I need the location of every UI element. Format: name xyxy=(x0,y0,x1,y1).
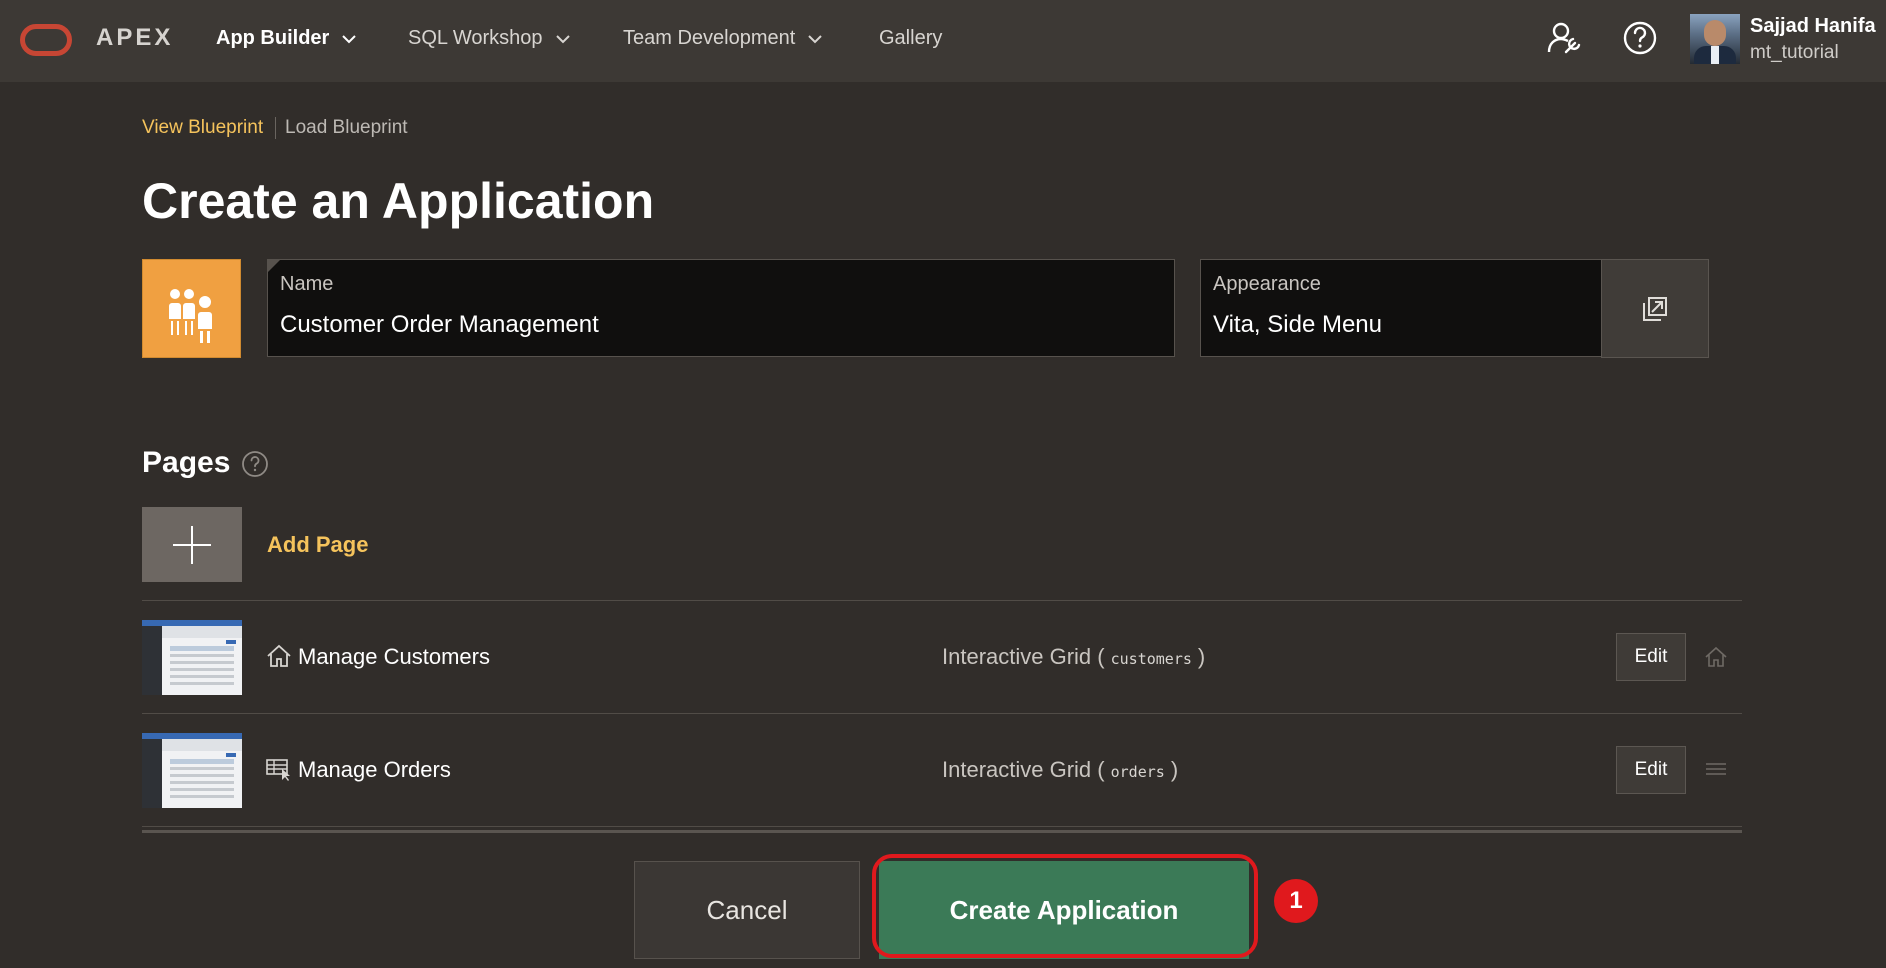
name-field-value[interactable]: Customer Order Management xyxy=(280,311,599,339)
user-workspace[interactable]: mt_tutorial xyxy=(1750,42,1839,64)
people-group-icon xyxy=(167,287,214,345)
nav-app-builder-label: App Builder xyxy=(216,27,330,49)
page-title: Create an Application xyxy=(142,173,655,229)
nav-sql-workshop[interactable]: SQL Workshop xyxy=(408,27,571,50)
name-field[interactable]: Name Customer Order Management xyxy=(267,259,1175,357)
appearance-field-value[interactable]: Vita, Side Menu xyxy=(1213,311,1382,339)
avatar-shirt xyxy=(1711,46,1719,64)
nav-team-development-label: Team Development xyxy=(623,27,796,49)
nav-gallery-label: Gallery xyxy=(879,27,943,49)
view-blueprint-link[interactable]: View Blueprint xyxy=(142,117,263,139)
page-name: Manage Customers xyxy=(298,644,490,669)
page-row: Manage Orders Interactive Grid (orders) … xyxy=(142,714,1742,826)
cancel-button[interactable]: Cancel xyxy=(634,861,860,959)
user-avatar[interactable] xyxy=(1690,14,1740,64)
edit-page-button[interactable]: Edit xyxy=(1616,746,1686,794)
chevron-down-icon xyxy=(555,34,570,43)
home-icon xyxy=(1705,646,1727,667)
page-type-description: Interactive Grid (orders) xyxy=(942,757,1179,782)
appearance-field-label: Appearance xyxy=(1213,273,1321,295)
page-table: customers xyxy=(1110,650,1192,668)
set-appearance-button[interactable] xyxy=(1601,259,1709,358)
step-number-badge: 1 xyxy=(1274,879,1318,923)
pages-help-icon[interactable] xyxy=(241,450,269,478)
name-field-label: Name xyxy=(280,273,334,295)
nav-team-development[interactable]: Team Development xyxy=(623,27,823,50)
page-row: Manage Customers Interactive Grid (custo… xyxy=(142,601,1742,713)
page-thumbnail[interactable] xyxy=(142,733,242,808)
page-table: orders xyxy=(1110,763,1165,781)
app-icon-button[interactable] xyxy=(142,259,241,358)
footer-separator xyxy=(142,830,1742,833)
chevron-down-icon xyxy=(342,34,357,43)
page-type-description: Interactive Grid (customers) xyxy=(942,644,1206,669)
user-name[interactable]: Sajjad Hanifa xyxy=(1750,15,1876,38)
create-application-button[interactable]: Create Application xyxy=(879,861,1249,959)
page-name: Manage Orders xyxy=(298,757,451,782)
administration-icon[interactable] xyxy=(1544,18,1584,58)
add-page-button[interactable] xyxy=(142,507,242,582)
chevron-down-icon xyxy=(808,34,823,43)
add-page-link[interactable]: Add Page xyxy=(267,532,368,558)
apex-logo-text[interactable]: APEX xyxy=(96,24,173,52)
open-dialog-icon xyxy=(1643,296,1667,321)
page-type: Interactive Grid xyxy=(942,757,1092,782)
load-blueprint-link[interactable]: Load Blueprint xyxy=(285,117,408,139)
appearance-field[interactable]: Appearance Vita, Side Menu xyxy=(1200,259,1602,357)
nav-app-builder[interactable]: App Builder xyxy=(216,27,357,50)
help-icon[interactable] xyxy=(1620,18,1660,58)
pages-section-title: Pages xyxy=(142,446,231,479)
oracle-logo-icon[interactable] xyxy=(20,24,72,56)
plus-icon xyxy=(173,525,211,564)
page-type: Interactive Grid xyxy=(942,644,1092,669)
divider xyxy=(142,826,1742,827)
nav-gallery[interactable]: Gallery xyxy=(879,27,942,50)
home-icon xyxy=(267,644,291,667)
avatar-face xyxy=(1704,20,1726,46)
edit-page-button[interactable]: Edit xyxy=(1616,633,1686,681)
interactive-grid-icon xyxy=(266,759,290,781)
top-navigation-bar: APEX App Builder SQL Workshop Team Devel… xyxy=(0,0,1886,82)
page-thumbnail[interactable] xyxy=(142,620,242,695)
breadcrumb-divider xyxy=(275,117,276,139)
nav-sql-workshop-label: SQL Workshop xyxy=(408,27,543,49)
drag-handle-icon[interactable] xyxy=(1704,758,1728,782)
